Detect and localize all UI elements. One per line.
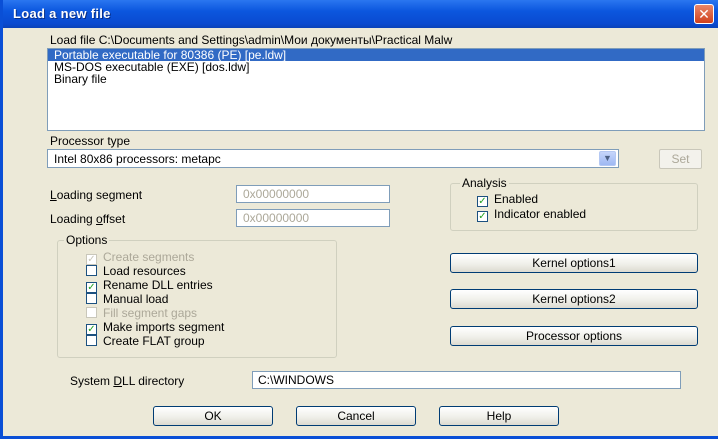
load-file-dialog: Load a new file ✕ Load file C:\Documents… [0, 0, 718, 439]
checkbox-unchecked-icon [86, 307, 97, 318]
make-imports-segment-checkbox[interactable]: ✓ Make imports segment [86, 321, 224, 335]
close-icon: ✕ [698, 6, 710, 22]
ok-button[interactable]: OK [153, 406, 273, 426]
analysis-enabled-checkbox[interactable]: ✓ Enabled [477, 193, 538, 207]
analysis-legend: Analysis [460, 176, 509, 190]
help-button[interactable]: Help [439, 406, 559, 426]
load-file-label: Load file C:\Documents and Settings\admi… [50, 33, 453, 47]
loading-offset-label: Loading offset [50, 212, 126, 226]
create-segments-checkbox[interactable]: ✓ Create segments [86, 251, 194, 265]
kernel-options1-button[interactable]: Kernel options1 [450, 253, 698, 273]
rename-dll-entries-checkbox[interactable]: ✓ Rename DLL entries [86, 279, 213, 293]
title-bar[interactable]: Load a new file ✕ [3, 0, 718, 28]
checkbox-checked-icon: ✓ [477, 211, 488, 222]
checkbox-checked-icon: ✓ [86, 282, 97, 293]
checkbox-checked-icon: ✓ [86, 254, 97, 265]
checkbox-checked-icon: ✓ [86, 324, 97, 335]
loading-segment-label: Loading segment [50, 188, 143, 202]
checkbox-unchecked-icon [86, 293, 97, 304]
processor-type-label: Processor type [50, 134, 131, 148]
file-type-item-dos[interactable]: MS-DOS executable (EXE) [dos.ldw] [48, 61, 704, 73]
processor-options-button[interactable]: Processor options [450, 326, 698, 346]
options-legend: Options [64, 233, 110, 247]
processor-type-select[interactable]: Intel 80x86 processors: metapc ▼ [47, 149, 619, 168]
processor-type-value: Intel 80x86 processors: metapc [54, 152, 221, 166]
system-dll-directory-input[interactable]: C:\WINDOWS [252, 371, 681, 389]
system-dll-directory-label: System DLL directory [70, 374, 185, 388]
file-type-list[interactable]: Portable executable for 80386 (PE) [pe.l… [47, 48, 705, 131]
close-button[interactable]: ✕ [694, 4, 714, 24]
create-flat-group-checkbox[interactable]: Create FLAT group [86, 335, 205, 349]
manual-load-checkbox[interactable]: Manual load [86, 293, 168, 307]
dialog-title: Load a new file [13, 6, 111, 21]
indicator-enabled-checkbox[interactable]: ✓ Indicator enabled [477, 208, 586, 222]
file-type-item-binary[interactable]: Binary file [48, 73, 704, 85]
cancel-button[interactable]: Cancel [296, 406, 416, 426]
loading-segment-field[interactable]: 0x00000000 [236, 185, 390, 203]
loading-offset-field[interactable]: 0x00000000 [236, 209, 390, 227]
chevron-down-icon[interactable]: ▼ [599, 151, 616, 166]
checkbox-unchecked-icon [86, 335, 97, 346]
checkbox-checked-icon: ✓ [477, 196, 488, 207]
checkbox-unchecked-icon [86, 265, 97, 276]
fill-segment-gaps-checkbox[interactable]: Fill segment gaps [86, 307, 197, 321]
load-resources-checkbox[interactable]: Load resources [86, 265, 186, 279]
kernel-options2-button[interactable]: Kernel options2 [450, 289, 698, 309]
set-button[interactable]: Set [659, 149, 702, 169]
